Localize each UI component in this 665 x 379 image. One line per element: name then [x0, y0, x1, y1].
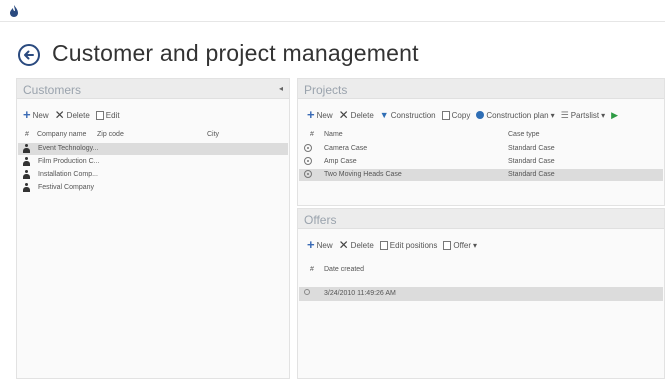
offers-panel-title: Offers [304, 213, 337, 227]
column-header-city[interactable]: City [207, 131, 219, 138]
delete-offer-button[interactable]: ✕ Delete [338, 238, 374, 252]
table-row[interactable]: 3/24/2010 11:49:26 AM [299, 287, 663, 301]
table-row[interactable]: Two Moving Heads Case Standard Case [299, 169, 663, 181]
plus-icon: + [307, 237, 315, 252]
table-row[interactable]: Installation Comp... [18, 169, 288, 181]
copy-icon [441, 110, 450, 120]
customers-toolbar: + New ✕ Delete Edit [23, 108, 120, 122]
customers-panel: Customers ◂ + New ✕ Delete Edit # Company … [16, 78, 290, 379]
column-header-num[interactable]: # [25, 131, 29, 138]
new-offer-button[interactable]: + New [307, 237, 333, 252]
case-type-cell: Standard Case [508, 158, 555, 165]
offer-button[interactable]: Offer ▾ [443, 240, 478, 250]
collapse-arrow-icon[interactable]: ◂ [279, 84, 283, 93]
copy-project-button[interactable]: Copy [441, 110, 470, 120]
offers-toolbar: + New ✕ Delete Edit positions Offer ▾ [307, 238, 477, 252]
delete-icon: ✕ [338, 108, 349, 122]
person-icon [23, 183, 30, 192]
delete-icon: ✕ [338, 238, 349, 252]
offer-icon [443, 240, 452, 250]
delete-icon: ✕ [54, 108, 65, 122]
new-project-button[interactable]: + New [307, 107, 333, 122]
column-header-company[interactable]: Company name [37, 131, 86, 138]
person-icon [23, 157, 30, 166]
case-type-cell: Standard Case [508, 145, 555, 152]
edit-icon [95, 110, 104, 120]
delete-customer-button[interactable]: ✕ Delete [54, 108, 90, 122]
construction-icon: ▼ [379, 110, 389, 120]
case-icon [304, 170, 312, 178]
projects-panel: Projects + New ✕ Delete ▼ Construction Copy… [297, 78, 665, 206]
person-icon [23, 170, 30, 179]
person-icon [23, 144, 30, 153]
column-header-zip[interactable]: Zip code [97, 131, 124, 138]
column-header-num[interactable]: # [310, 131, 314, 138]
export-icon: ▶ [611, 109, 619, 120]
projects-panel-title: Projects [304, 83, 348, 97]
case-type-cell: Standard Case [508, 171, 555, 178]
list-icon: ☰ [560, 109, 569, 120]
construction-button[interactable]: ▼ Construction [380, 110, 436, 120]
page-header: Customer and project management [0, 26, 665, 76]
company-name-cell: Installation Comp... [38, 171, 98, 178]
date-created-cell: 3/24/2010 11:49:26 AM [324, 290, 396, 297]
column-header-name[interactable]: Name [324, 131, 343, 138]
delete-project-button[interactable]: ✕ Delete [338, 108, 374, 122]
project-name-cell: Two Moving Heads Case [324, 171, 402, 178]
customers-panel-header: Customers ◂ [17, 79, 289, 99]
offers-panel-header: Offers [298, 209, 664, 229]
case-icon [304, 144, 312, 152]
table-row[interactable]: Film Production C... [18, 156, 288, 168]
construction-plan-button[interactable]: Construction plan ▾ [476, 110, 555, 120]
offers-panel: Offers + New ✕ Delete Edit positions Offer… [297, 208, 665, 379]
project-name-cell: Camera Case [324, 145, 368, 152]
table-row[interactable]: Festival Company [18, 182, 288, 194]
new-customer-button[interactable]: + New [23, 107, 49, 122]
back-arrow-icon [24, 50, 34, 60]
table-row[interactable]: Event Technology... [18, 143, 288, 155]
company-name-cell: Film Production C... [38, 158, 100, 165]
company-name-cell: Event Technology... [38, 145, 99, 152]
chevron-down-icon: ▾ [550, 110, 555, 120]
column-header-date-created[interactable]: Date created [324, 266, 364, 273]
app-logo-icon [10, 5, 18, 17]
plus-icon: + [23, 107, 31, 122]
projects-panel-header: Projects [298, 79, 664, 99]
company-name-cell: Festival Company [38, 184, 95, 191]
partslist-button[interactable]: ☰ Partslist ▾ [561, 110, 606, 121]
projects-toolbar: + New ✕ Delete ▼ Construction Copy Construc… [307, 108, 618, 122]
edit-positions-button[interactable]: Edit positions [379, 240, 437, 250]
page-title: Customer and project management [52, 40, 419, 66]
case-icon [304, 157, 312, 165]
edit-customer-button[interactable]: Edit [95, 110, 120, 120]
edit-icon [379, 240, 388, 250]
project-name-cell: Amp Case [324, 158, 357, 165]
export-button[interactable]: ▶ [611, 110, 618, 121]
column-header-num[interactable]: # [310, 266, 314, 273]
table-row[interactable]: Amp Case Standard Case [299, 156, 663, 168]
customers-panel-title: Customers [23, 83, 82, 97]
back-button[interactable] [18, 44, 40, 66]
column-header-case-type[interactable]: Case type [508, 131, 540, 138]
construction-plan-icon [476, 111, 485, 119]
title-bar [0, 0, 665, 22]
chevron-down-icon: ▾ [601, 110, 606, 120]
offer-status-icon [304, 289, 310, 295]
plus-icon: + [307, 107, 315, 122]
table-row[interactable]: Camera Case Standard Case [299, 143, 663, 155]
chevron-down-icon: ▾ [473, 240, 478, 250]
